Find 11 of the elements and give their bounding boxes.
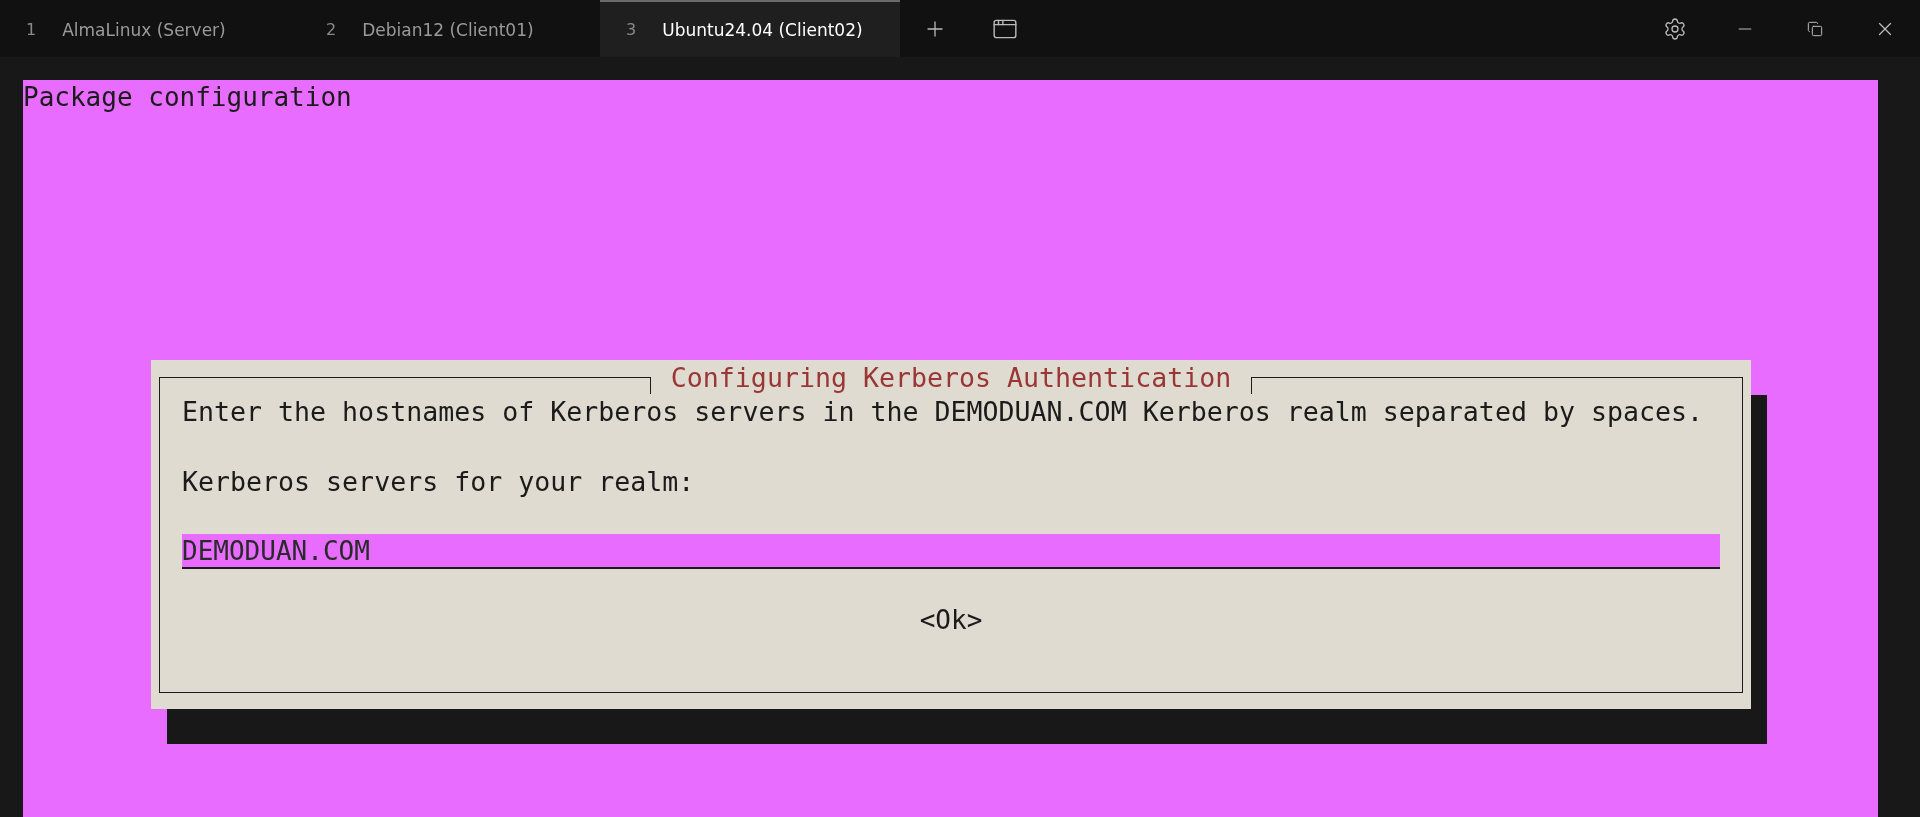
screen-title: Package configuration [23, 81, 352, 114]
tab[interactable]: 1 AlmaLinux (Server) [0, 0, 300, 57]
tab[interactable]: 3 Ubuntu24.04 (Client02) [600, 0, 900, 57]
restore-icon[interactable] [1807, 20, 1823, 37]
field-label: Kerberos servers for your realm: [182, 465, 695, 499]
ok-button[interactable]: <Ok> [919, 605, 983, 635]
settings-icon[interactable] [1663, 16, 1687, 41]
dialog-message: Enter the hostnames of Kerberos servers in the DEMODUAN.COM Kerberos realm separated by spaces. [182, 395, 1704, 429]
input-field[interactable]: DEMODUAN.COM [182, 534, 1720, 569]
dialog-title: Configuring Kerberos Authentication [669, 361, 1233, 393]
tab[interactable]: 2 Debian12 (Client01) [300, 0, 600, 57]
